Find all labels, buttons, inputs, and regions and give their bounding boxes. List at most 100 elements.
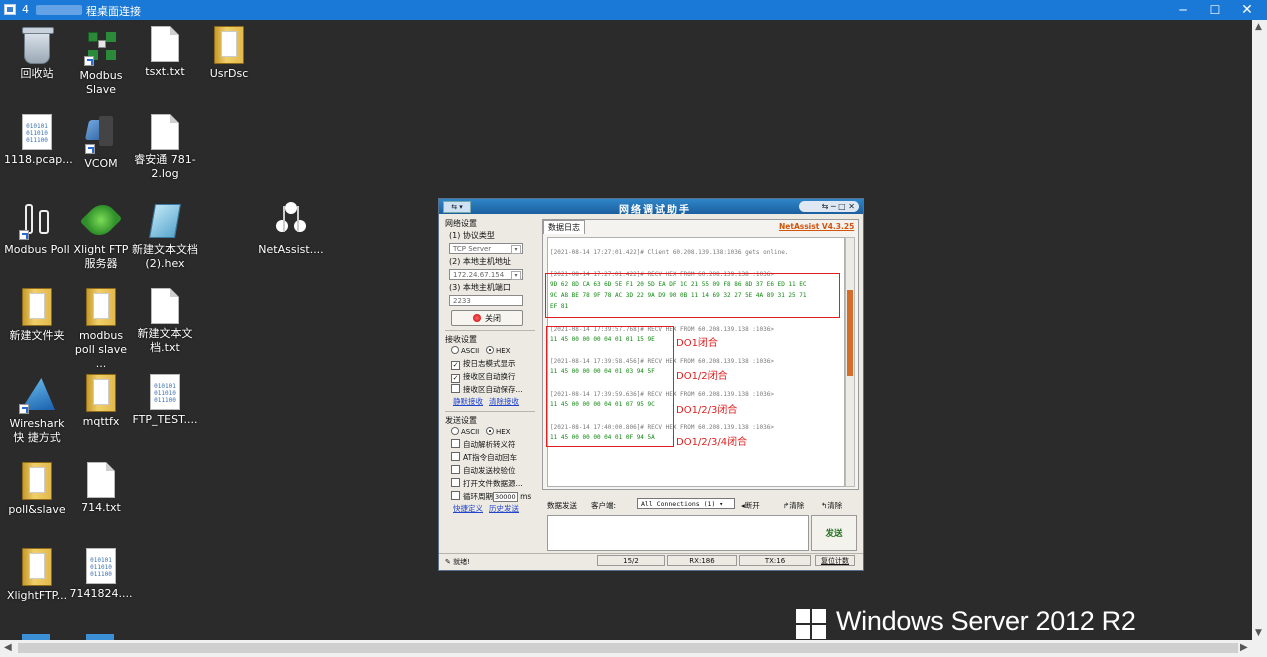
recv-auto-save[interactable]: 接收区自动保存... [451,383,535,396]
window-controls[interactable]: ⇆ ─ □ ✕ [799,201,859,212]
chevron-down-icon[interactable]: ▾ [511,245,521,254]
scroll-up-icon[interactable]: ▲ [1255,22,1262,32]
horizontal-scroll-thumb[interactable] [18,643,1238,653]
local-port-label: (3) 本地主机端口 [449,283,511,292]
annotation-box-commands [546,326,674,447]
version-link[interactable]: NetAssist V4.3.25 [779,222,854,231]
scroll-right-icon[interactable]: ▶ [1240,642,1248,653]
desktop-icon-xlight-ftp[interactable]: Xlight FTP 服务器 [68,200,134,271]
vertical-scrollbar[interactable]: ▲ ▼ [1252,20,1267,640]
desktop-icon-log[interactable]: 睿安通 781-2.log [132,114,198,181]
checkbox[interactable] [451,491,460,500]
desktop-icon-usrdsc[interactable]: UsrDsc [196,26,262,81]
desktop-icon-pcap[interactable]: 010101 011010 011100 1118.pcap... [4,114,73,167]
reset-count-button[interactable]: 复位计数 [815,555,855,566]
desktop-icon-netassist[interactable]: NetAssist.... [258,200,324,257]
clear-send-button[interactable]: ↱清除 [783,500,804,511]
netassist-window: ⇆ ▾ 网络调试助手 ⇆ ─ □ ✕ 网络设置 (1) 协议类型 TCP Ser… [438,198,864,571]
send-checksum[interactable]: 自动发送校验位 [451,464,535,477]
send-escape[interactable]: 自动解析转义符 [451,438,535,451]
tab-data-log[interactable]: 数据日志 [543,220,585,234]
chevron-down-icon[interactable]: ▾ [511,271,521,280]
recv-log-mode[interactable]: ✓ 按日志模式显示 [451,357,535,370]
send-input[interactable] [547,515,809,551]
checkbox[interactable] [451,439,460,448]
send-at-cr[interactable]: AT指令自动回车 [451,451,535,464]
close-connection-button[interactable]: 关闭 [451,310,523,326]
desktop-icon-tsxt[interactable]: tsxt.txt [132,26,198,79]
send-ascii-radio[interactable] [451,427,459,435]
silent-receive-link[interactable]: 静默接收 [453,397,483,406]
maximize-button[interactable]: ☐ [1200,1,1230,19]
recv-format: ASCII HEX [451,346,535,357]
log-scrollbar[interactable] [845,237,855,487]
send-links: 快捷定义 历史发送 [453,503,535,515]
checkbox-checked[interactable]: ✓ [451,361,460,370]
checkbox[interactable] [451,452,460,461]
scroll-down-icon[interactable]: ▼ [1255,628,1262,638]
clear-all-button[interactable]: ↰清除 [821,500,842,511]
desktop-icon-new-text[interactable]: 新建文本文 档.txt [132,288,198,355]
clear-receive-link[interactable]: 清除接收 [489,397,519,406]
system-menu-button[interactable]: ⇆ ▾ [443,201,471,213]
checkbox[interactable] [451,478,460,487]
settings-pane: 网络设置 (1) 协议类型 TCP Server ▾ (2) 本地主机地址 172… [445,218,535,515]
scroll-left-icon[interactable]: ◀ [4,642,12,653]
desktop-icon-mqttfx[interactable]: mqttfx [68,374,134,429]
annotation-do12: DO1/2闭合 [676,371,728,382]
recycle-bin-icon [22,27,54,64]
remote-desktop-icon [4,4,16,15]
history-send-link[interactable]: 历史发送 [489,504,519,513]
desktop-icon-7141824[interactable]: 010101 011010 011100 7141824.... [68,548,134,601]
local-ip-select[interactable]: 172.24.67.154 ▾ [449,269,523,280]
desktop-icon-714[interactable]: 714.txt [68,462,134,515]
desktop-icon-poll-slave[interactable]: poll&slave [4,462,70,517]
send-button[interactable]: 发送 [811,515,857,551]
connections-select[interactable]: All Connections (1) ▾ [637,498,735,509]
client-label: 客户端: [591,501,617,510]
text-file-icon [151,288,179,324]
recv-ascii-radio[interactable] [451,346,459,354]
local-port-input[interactable]: 2233 [449,295,523,306]
status-light-icon [473,314,481,322]
close-button[interactable]: ✕ [1232,1,1262,19]
horizontal-scrollbar[interactable]: ◀ ▶ [0,640,1267,657]
log-scroll-thumb[interactable] [847,290,853,376]
desktop-icon-ftp-test[interactable]: 010101 011010 011100 FTP_TEST.... [132,374,198,427]
disconnect-button[interactable]: ◂断开 [741,500,760,511]
desktop-icon-recycle-bin[interactable]: 回收站 [4,26,70,81]
quick-define-link[interactable]: 快捷定义 [453,504,483,513]
modbus-poll-icon [19,200,55,240]
recv-hex-radio[interactable] [485,346,494,354]
cycle-input[interactable]: 30000 [493,492,518,502]
send-hex-radio[interactable] [485,427,494,435]
desktop-icon-new-folder[interactable]: 新建文件夹 [4,288,70,343]
text-file-icon [151,114,179,150]
shortcut-arrow-icon [85,144,95,154]
shortcut-arrow-icon [19,230,29,240]
folder-icon [86,288,116,326]
checkbox[interactable] [451,465,460,474]
checkbox[interactable] [451,384,460,393]
desktop-icon-xlightftp-folder[interactable]: XlightFTP... [4,548,70,603]
desktop-icon-modbus-poll[interactable]: Modbus Poll [4,200,70,257]
send-cycle[interactable]: 循环周期 30000 ms [451,490,535,503]
protocol-select[interactable]: TCP Server ▾ [449,243,523,254]
redacted-host [36,5,82,15]
tab-data-send[interactable]: 数据发送 [547,500,577,511]
send-file-source[interactable]: 打开文件数据源... [451,477,535,490]
desktop-icon-wireshark[interactable]: Wireshark 快 捷方式 [4,374,70,445]
folder-icon [22,548,52,586]
desktop-icon-vcom[interactable]: VCOM [68,114,134,171]
checkbox-checked[interactable]: ✓ [451,374,460,383]
desktop-icon-modbus-poll-slave[interactable]: modbus poll slave ... [68,288,134,371]
netassist-title: 网络调试助手 [619,205,691,216]
status-tx: TX:16 [739,555,811,566]
netassist-titlebar: ⇆ ▾ 网络调试助手 ⇆ ─ □ ✕ [439,199,863,216]
desktop-icon-hex-file[interactable]: 新建文本文档 (2).hex [132,200,198,271]
desktop-icon-modbus-slave[interactable]: Modbus Slave [68,26,134,97]
binary-file-icon: 010101 011010 011100 [86,548,116,584]
folder-icon [22,462,52,500]
recv-auto-wrap[interactable]: ✓ 接收区自动换行 [451,370,535,383]
minimize-button[interactable]: ─ [1168,1,1198,19]
